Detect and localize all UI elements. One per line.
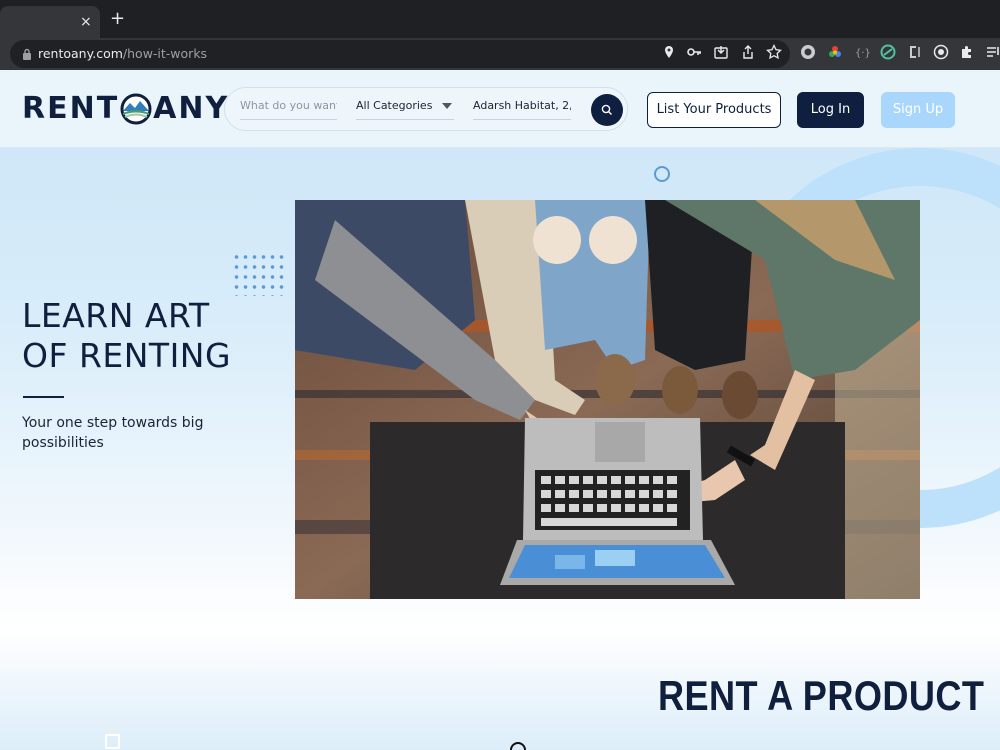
site-logo[interactable]: RENT ANY	[22, 92, 229, 126]
search-input[interactable]: What do you want to	[240, 98, 337, 120]
location-icon[interactable]	[661, 44, 677, 60]
hero-title: LEARN ART OF RENTING	[22, 296, 282, 376]
url-path: /how-it-works	[122, 46, 208, 61]
decorative-circle	[654, 166, 670, 182]
hero-subtitle: Your one step towards big possibilities	[22, 415, 204, 451]
decorative-dot-grid	[232, 252, 288, 296]
media-icon[interactable]	[985, 44, 1000, 60]
extension-icon[interactable]	[800, 44, 816, 60]
key-icon[interactable]	[686, 44, 702, 60]
browser-toolbar: rentoany.com/how-it-works	[0, 38, 1000, 70]
browser-tab[interactable]: ×	[0, 6, 100, 38]
logo-text-left: RENT	[22, 91, 120, 126]
category-select-value: All Categories	[356, 99, 433, 112]
extension-icon[interactable]: {·}	[854, 44, 870, 60]
page-content: RENT ANY What do you want to All Categor…	[0, 70, 1000, 750]
lock-icon	[23, 48, 31, 60]
site-header: RENT ANY What do you want to All Categor…	[0, 70, 1000, 148]
extension-icon[interactable]	[880, 44, 896, 60]
bookmark-star-icon[interactable]	[766, 44, 782, 60]
url-text: rentoany.com/how-it-works	[38, 46, 207, 62]
logo-text-right: ANY	[153, 91, 230, 126]
location-input[interactable]: Adarsh Habitat, 2, Go	[473, 98, 571, 120]
search-button[interactable]	[591, 94, 623, 126]
hero-title-line1: LEARN ART	[22, 296, 210, 335]
decorative-square	[105, 734, 120, 749]
hero-image	[295, 200, 920, 599]
tab-close-icon[interactable]: ×	[80, 13, 92, 31]
chevron-down-icon	[442, 103, 452, 109]
extension-icon[interactable]	[827, 44, 843, 60]
logo-mountain-icon	[120, 93, 152, 125]
svg-text:{·}: {·}	[855, 48, 870, 59]
search-bar: What do you want to All Categories Adars…	[224, 87, 628, 131]
signup-button[interactable]: Sign Up	[881, 92, 955, 128]
list-your-products-button[interactable]: List Your Products	[647, 92, 781, 128]
login-button[interactable]: Log In	[797, 92, 864, 128]
new-tab-button[interactable]: +	[110, 8, 125, 30]
install-icon[interactable]	[713, 44, 729, 60]
hero-photo-illustration	[295, 200, 920, 599]
extension-icon[interactable]	[906, 44, 922, 60]
hero-title-line2: OF RENTING	[22, 336, 232, 375]
browser-tab-bar: × +	[0, 0, 1000, 38]
search-icon	[601, 104, 612, 115]
hero-divider	[23, 396, 64, 398]
section-title: RENT A PRODUCT	[658, 672, 985, 719]
share-icon[interactable]	[740, 44, 756, 60]
url-host: rentoany.com	[38, 46, 123, 61]
category-select[interactable]: All Categories	[356, 98, 454, 120]
extension-icon[interactable]	[933, 44, 949, 60]
puzzle-icon[interactable]	[959, 44, 975, 60]
decorative-circle-outline	[510, 742, 526, 750]
